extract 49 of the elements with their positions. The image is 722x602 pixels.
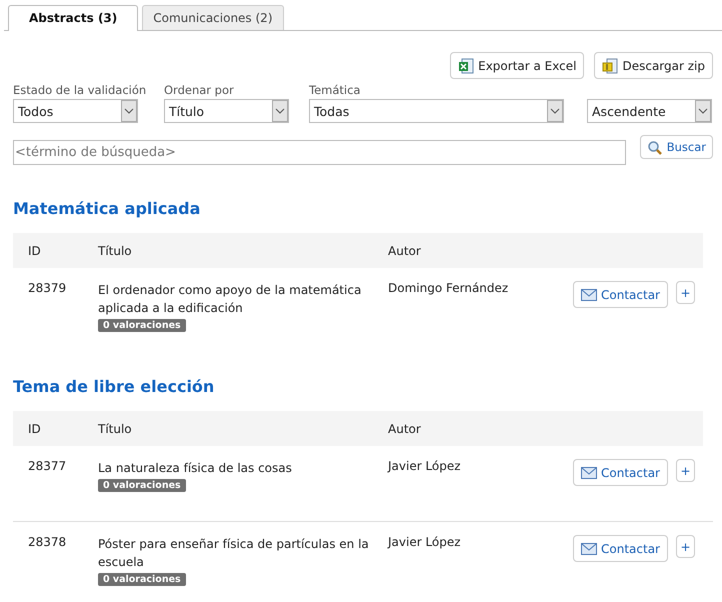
export-button[interactable]: Exportar a Excel — [450, 52, 584, 79]
column-header: Autor — [387, 244, 422, 258]
table-cell-text: 28378 — [27, 535, 68, 551]
section-heading: Matemática aplicada — [13, 199, 202, 219]
expand-button[interactable]: + — [676, 535, 695, 558]
column-header: Título — [97, 244, 133, 258]
abstract-title: Póster para enseñar física de partículas en la escuela — [98, 536, 370, 571]
section-heading: Tema de libre elección — [13, 377, 216, 397]
envelope-icon — [581, 542, 597, 554]
contact-button[interactable]: Contactar — [573, 281, 668, 308]
column-header: Título — [97, 422, 133, 436]
table-cell-text: 28377 — [27, 459, 68, 475]
dropdown[interactable]: Título — [164, 99, 289, 123]
table-cell-text: 28379 — [27, 281, 68, 297]
abstract-title: El ordenador como apoyo de la matemática aplicada a la edificación — [98, 282, 362, 317]
tab[interactable]: Abstracts (3) — [8, 5, 138, 31]
abstract-title: La naturaleza física de las cosas — [98, 460, 293, 477]
column-header: ID — [27, 244, 42, 258]
chevron-down-icon — [121, 100, 137, 122]
expand-button[interactable]: + — [676, 281, 695, 304]
dropdown[interactable]: Todos — [13, 99, 138, 123]
filter-label: Estado de la validación — [13, 83, 148, 97]
filter-label: Ordenar por — [164, 83, 235, 97]
expand-button[interactable]: + — [676, 459, 695, 482]
search-field[interactable]: <término de búsqueda> — [13, 140, 626, 165]
ratings-badge: 0 valoraciones — [98, 319, 186, 332]
ratings-badge: 0 valoraciones — [98, 573, 186, 586]
spreadsheet-icon — [458, 58, 474, 74]
search-icon — [646, 140, 662, 154]
download-button[interactable]: Descargar zip — [594, 52, 713, 79]
contact-button[interactable]: Contactar — [573, 459, 668, 486]
author-name: Javier López — [386, 459, 462, 475]
envelope-icon — [581, 466, 597, 478]
column-header: Autor — [387, 422, 422, 436]
author-name: Domingo Fernández — [387, 281, 510, 297]
dropdown[interactable]: Ascendente — [587, 99, 712, 123]
tab[interactable]: Comunicaciones (2) — [142, 5, 284, 30]
search-button[interactable]: Buscar — [640, 135, 713, 159]
envelope-icon — [581, 288, 597, 300]
filter-label: Temática — [309, 83, 362, 97]
archive-icon — [602, 58, 618, 74]
author-name: Javier López — [386, 535, 462, 551]
chevron-down-icon — [695, 100, 711, 122]
ratings-badge: 0 valoraciones — [98, 479, 186, 492]
chevron-down-icon — [272, 100, 288, 122]
chevron-down-icon — [547, 100, 563, 122]
column-header: ID — [27, 422, 42, 436]
dropdown[interactable]: Todas — [309, 99, 564, 123]
contact-button[interactable]: Contactar — [573, 535, 668, 562]
